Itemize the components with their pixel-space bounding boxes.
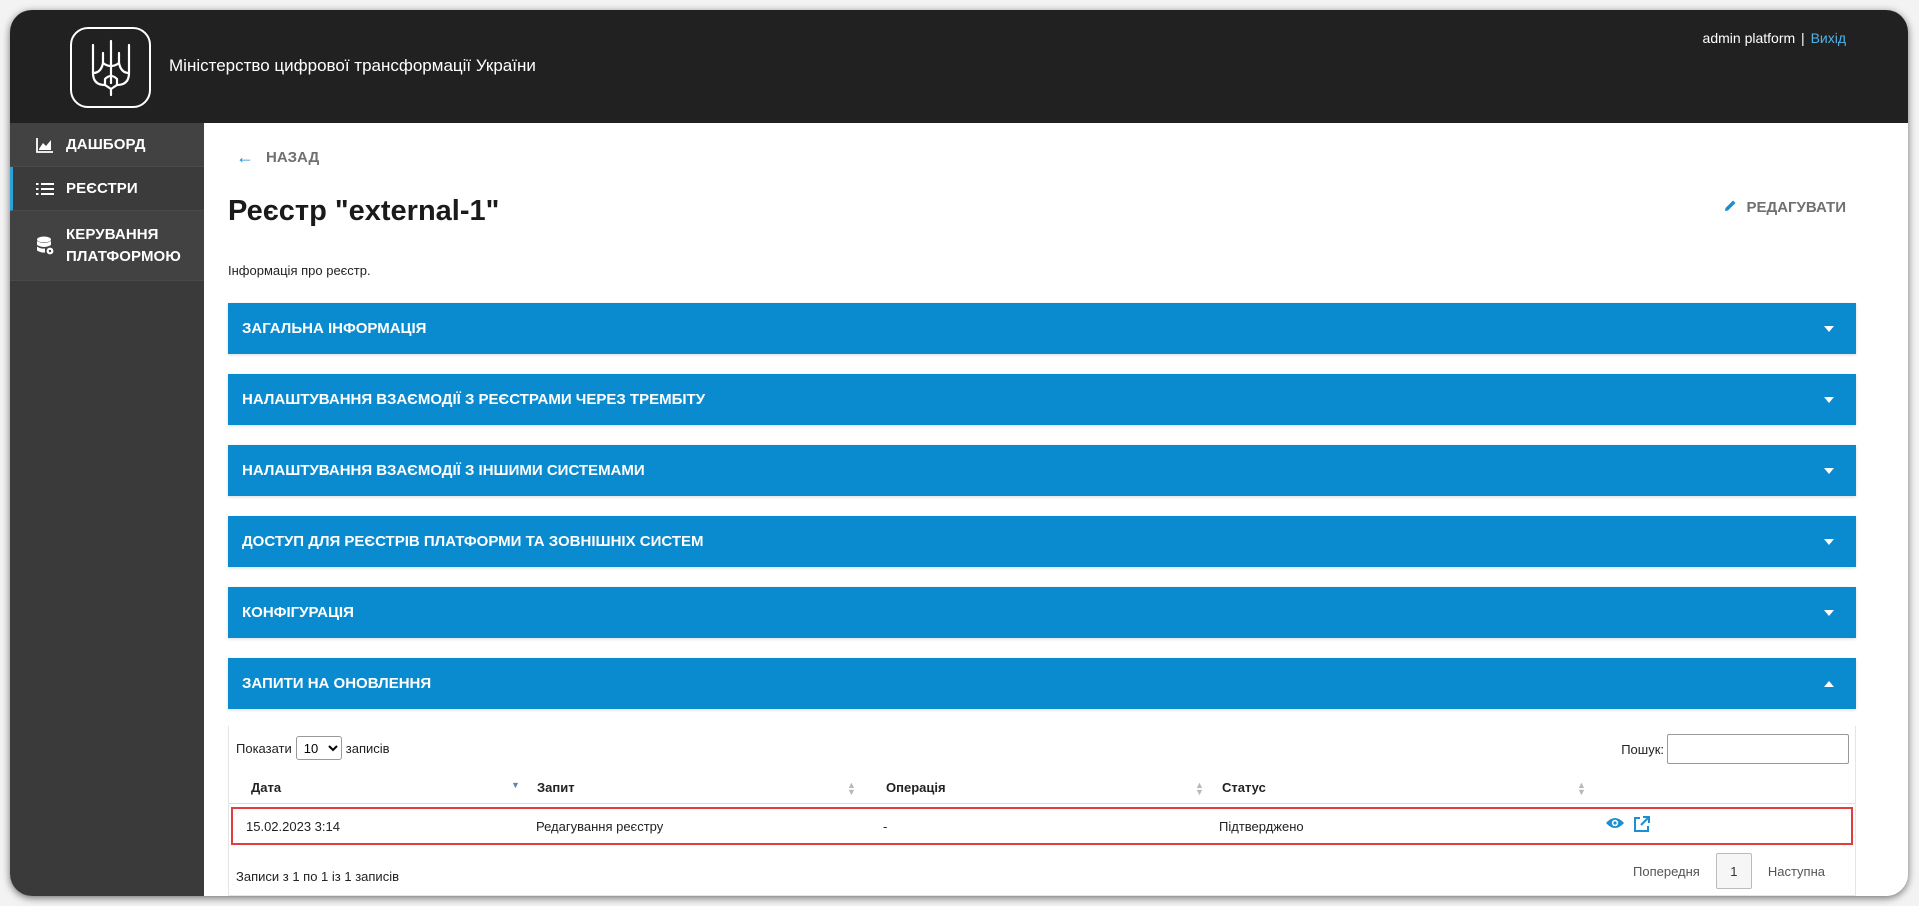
chevron-down-icon [1824,396,1834,403]
update-requests-table: Показати 10 записів Пошук: Дата ▼ Запит … [228,726,1856,896]
chevron-down-icon [1824,325,1834,332]
sidebar-item-platform-management[interactable]: КЕРУВАННЯ ПЛАТФОРМОЮ [10,211,204,281]
panel-title: ЗАПИТИ НА ОНОВЛЕННЯ [242,675,432,692]
eye-icon[interactable] [1605,816,1625,836]
user-name: admin platform [1702,30,1796,46]
sidebar-item-label: КЕРУВАННЯ ПЛАТФОРМОЮ [66,224,181,268]
prev-page-button[interactable]: Попередня [1623,864,1710,879]
arrow-left-icon: ← [236,147,254,167]
edit-label: РЕДАГУВАТИ [1746,199,1846,216]
user-menu: admin platform | Вихід [1703,30,1846,46]
organization-title: Міністерство цифрової трансформації Укра… [169,56,536,75]
panel-configuration[interactable]: КОНФІГУРАЦІЯ [228,587,1856,638]
chevron-down-icon [1824,467,1834,474]
panel-other-systems-settings[interactable]: НАЛАШТУВАННЯ ВЗАЄМОДІЇ З ІНШИМИ СИСТЕМАМ… [228,445,1856,496]
column-header-operation[interactable]: Операція [886,780,946,795]
page-title: Реєстр "external-1" [228,195,500,227]
sort-icon[interactable]: ▲ ▼ [847,781,856,797]
sidebar-item-registries[interactable]: РЕЄСТРИ [10,167,204,211]
back-link[interactable]: ← НАЗАД [236,147,319,168]
pencil-icon [1724,199,1737,216]
sort-desc-icon[interactable]: ▼ [511,781,520,790]
trident-logo[interactable] [70,27,151,108]
page-size-select[interactable]: 10 [295,736,342,760]
search-input[interactable] [1667,734,1849,764]
sort-icon[interactable]: ▲ ▼ [1195,781,1204,797]
panel-title: НАЛАШТУВАННЯ ВЗАЄМОДІЇ З ІНШИМИ СИСТЕМАМ… [242,462,645,479]
chart-icon [34,137,56,153]
chevron-down-icon [1824,609,1834,616]
trident-icon [91,39,130,96]
panel-title: КОНФІГУРАЦІЯ [242,604,354,621]
next-page-button[interactable]: Наступна [1758,864,1835,879]
logout-link[interactable]: Вихід [1811,30,1846,46]
panel-trembita-settings[interactable]: НАЛАШТУВАННЯ ВЗАЄМОДІЇ З РЕЄСТРАМИ ЧЕРЕЗ… [228,374,1856,425]
column-header-request[interactable]: Запит [537,780,575,795]
back-label: НАЗАД [266,149,320,166]
column-header-status[interactable]: Статус [1222,780,1266,795]
page-button[interactable]: 1 [1715,853,1752,889]
separator: | [1801,30,1805,46]
cell-date: 15.02.2023 3:14 [246,819,340,834]
sidebar-item-label: ДАШБОРД [66,136,146,153]
sidebar: ДАШБОРД РЕЄСТРИ КЕРУВАННЯ ПЛАТФОРМОЮ [10,123,204,896]
header-divider [229,803,1855,804]
page-size-control: Показати 10 записів [236,736,390,760]
column-header-date[interactable]: Дата [251,780,281,795]
panel-update-requests[interactable]: ЗАПИТИ НА ОНОВЛЕННЯ [228,658,1856,709]
database-settings-icon [34,236,56,256]
show-label: Показати [236,740,292,756]
top-header: Міністерство цифрової трансформації Укра… [10,10,1908,123]
table-row[interactable]: 15.02.2023 3:14 Редагування реєстру - Пі… [231,807,1853,845]
panel-title: ЗАГАЛЬНА ІНФОРМАЦІЯ [242,320,427,337]
records-label: записів [345,740,390,756]
search-label: Пошук: [1621,741,1664,757]
panel-title: ДОСТУП ДЛЯ РЕЄСТРІВ ПЛАТФОРМИ ТА ЗОВНІШН… [242,533,704,550]
list-icon [34,182,56,196]
panel-title: НАЛАШТУВАННЯ ВЗАЄМОДІЇ З РЕЄСТРАМИ ЧЕРЕЗ… [242,391,706,408]
edit-button[interactable]: РЕДАГУВАТИ [1724,199,1846,216]
page-subtitle: Інформація про реєстр. [228,263,371,278]
sidebar-item-dashboard[interactable]: ДАШБОРД [10,123,204,167]
row-actions [1605,816,1650,836]
panel-general-info[interactable]: ЗАГАЛЬНА ІНФОРМАЦІЯ [228,303,1856,354]
panel-access[interactable]: ДОСТУП ДЛЯ РЕЄСТРІВ ПЛАТФОРМИ ТА ЗОВНІШН… [228,516,1856,567]
cell-request: Редагування реєстру [536,819,664,834]
table-info: Записи з 1 по 1 із 1 записів [236,869,399,884]
sort-icon[interactable]: ▲ ▼ [1577,781,1586,797]
sidebar-item-label: РЕЄСТРИ [66,180,138,197]
search-control: Пошук: [1621,734,1849,764]
chevron-up-icon [1824,680,1834,687]
label-line-1: КЕРУВАННЯ [66,225,159,243]
main-content: ← НАЗАД Реєстр "external-1" РЕДАГУВАТИ І… [204,123,1908,896]
chevron-down-icon [1824,538,1834,545]
app-window: Міністерство цифрової трансформації Укра… [10,10,1908,896]
open-external-icon[interactable] [1633,816,1650,836]
label-line-2: ПЛАТФОРМОЮ [66,247,181,265]
pagination: Попередня 1 Наступна [1623,853,1835,889]
cell-operation: - [883,819,888,834]
cell-status: Підтверджено [1219,819,1304,834]
